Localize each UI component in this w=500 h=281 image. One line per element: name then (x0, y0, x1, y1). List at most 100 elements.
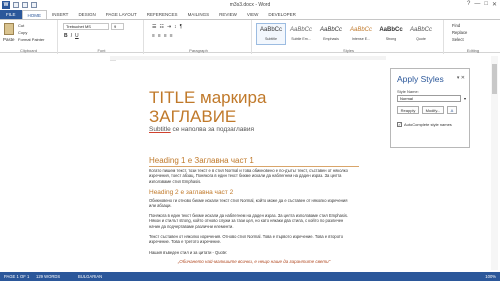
select-button[interactable]: Select (452, 37, 464, 42)
font-size-select[interactable]: 9 (111, 23, 124, 30)
paste-icon[interactable] (4, 23, 14, 35)
vertical-scrollbar[interactable] (491, 56, 498, 270)
style-subtitle[interactable]: AaBbCc Subtitle (256, 23, 286, 45)
style-name: Subtle Em... (291, 37, 311, 41)
pane-controls: ▾ ✕ (457, 75, 465, 81)
italic-button[interactable]: I (71, 33, 72, 39)
tab-design[interactable]: DESIGN (73, 10, 100, 19)
zoom-level[interactable]: 100% (485, 272, 496, 281)
autocomplete-option[interactable]: ✓ AutoComplete style names (397, 122, 452, 127)
copy-button[interactable]: Copy (18, 30, 27, 35)
apply-styles-pane: Apply Styles ▾ ✕ Style Name: Normal ▾ Re… (390, 68, 470, 148)
subtitle-style-name: Subtitle (149, 126, 171, 133)
paragraph-3: Понякога в един текст бихме искали да на… (149, 213, 349, 229)
indent-icon[interactable]: ⇥ (167, 24, 171, 30)
subtitle-text: се наполва за подзаглавия (170, 126, 254, 133)
font-group-label: Font (97, 48, 106, 53)
paragraph-controls: ☰ ☷ ⇥ ↕ ¶ (152, 24, 182, 30)
document-title: TITLE маркира ЗАГЛАВИЕ (149, 88, 267, 126)
align-left-icon[interactable]: ≡ (152, 33, 155, 39)
replace-button[interactable]: Replace (452, 30, 467, 35)
help-button[interactable]: ? (467, 1, 470, 8)
window-title: m3s3.docx - Word (229, 2, 271, 8)
style-emphasis[interactable]: AaBbCc Emphasis (316, 23, 346, 45)
paragraph-5: Нашия въведен стил и за цитати - Quote: (149, 250, 228, 255)
align-right-icon[interactable]: ≡ (164, 33, 167, 39)
paragraph-group-label: Paragraph (189, 48, 208, 53)
reapply-button[interactable]: Reapply (397, 106, 419, 114)
format-painter-button[interactable]: Format Painter (18, 37, 44, 42)
status-bar: PAGE 1 OF 1 129 WORDS BULGARIAN 100% (0, 272, 500, 281)
styles-icon[interactable]: A (447, 106, 457, 114)
pane-close-icon[interactable]: ✕ (461, 75, 465, 81)
tab-view[interactable]: VIEW (242, 10, 264, 19)
style-intense-emphasis[interactable]: AaBbCc Intense E... (346, 23, 376, 45)
style-name: Emphasis (323, 37, 339, 41)
style-preview: AaBbCc (379, 27, 403, 33)
style-name-input[interactable]: Normal ▾ (397, 95, 466, 102)
apply-styles-title: Apply Styles (397, 74, 444, 84)
heading-1: Heading 1 е Заглавна част 1 (149, 156, 359, 167)
font-group: Trebuchet MS 9 B I U Font (60, 20, 144, 54)
styles-gallery: AaBbCc Subtitle AaBbCc Subtle Em... AaBb… (256, 23, 436, 45)
tab-home[interactable]: HOME (21, 10, 48, 19)
scrollbar-thumb[interactable] (492, 64, 497, 94)
paragraph-4: Текст съставен от няколко изречения. Отн… (149, 234, 344, 245)
paragraph-group: ☰ ☷ ⇥ ↕ ¶ ≡ ≡ ≡ ≡ Paragraph (146, 20, 252, 54)
font-name-select[interactable]: Trebuchet MS (63, 23, 109, 30)
numbering-icon[interactable]: ☷ (159, 24, 163, 30)
style-name: Subtitle (265, 37, 277, 41)
heading-2: Heading 2 е заглавна част 2 (149, 189, 234, 196)
style-strong[interactable]: AaBbCc Strong (376, 23, 406, 45)
tab-page-layout[interactable]: PAGE LAYOUT (101, 10, 142, 19)
window-controls: ? — □ ✕ (467, 1, 497, 8)
language[interactable]: BULGARIAN (78, 272, 102, 281)
paste-button[interactable]: Paste (3, 37, 15, 42)
style-name: Intense E... (351, 37, 371, 41)
style-preview: AaBbCc (259, 27, 282, 33)
editing-group: Find Replace Select Editing (446, 20, 500, 54)
clipboard-group-label: Clipboard (19, 48, 38, 53)
modify-button[interactable]: Modify... (422, 106, 444, 114)
style-quote[interactable]: AaBbCc Quote (406, 23, 436, 45)
bold-button[interactable]: B (64, 33, 68, 39)
document-page[interactable]: TITLE маркира ЗАГЛАВИЕ Subtitle се напол… (116, 60, 386, 272)
sort-icon[interactable]: ↕ (174, 24, 177, 30)
close-button[interactable]: ✕ (492, 1, 497, 8)
justify-icon[interactable]: ≡ (170, 33, 173, 39)
style-name-value: Normal (400, 96, 413, 101)
editing-group-label: Editing (466, 48, 480, 53)
tab-mailings[interactable]: MAILINGS (183, 10, 215, 19)
style-name-label: Style Name: (397, 89, 419, 94)
chevron-down-icon[interactable]: ▾ (462, 96, 468, 101)
style-subtle-emphasis[interactable]: AaBbCc Subtle Em... (286, 23, 316, 45)
autocomplete-checkbox[interactable]: ✓ (397, 122, 402, 127)
ribbon-tabs: FILE HOME INSERT DESIGN PAGE LAYOUT REFE… (0, 10, 500, 19)
document-subtitle: Subtitle се наполва за подзаглавия (149, 126, 254, 133)
ribbon: Paste Cut Copy Format Painter Clipboard … (0, 19, 500, 54)
tab-insert[interactable]: INSERT (47, 10, 73, 19)
tab-review[interactable]: REVIEW (214, 10, 242, 19)
pane-dropdown-icon[interactable]: ▾ (457, 75, 460, 81)
word-count[interactable]: 129 WORDS (36, 272, 60, 281)
font-format-row: B I U (64, 33, 79, 39)
page-count[interactable]: PAGE 1 OF 1 (4, 272, 29, 281)
tab-file[interactable]: FILE (0, 10, 22, 19)
align-center-icon[interactable]: ≡ (158, 33, 161, 39)
styles-group: AaBbCc Subtitle AaBbCc Subtle Em... AaBb… (254, 20, 444, 54)
minimize-button[interactable]: — (474, 1, 480, 8)
maximize-button[interactable]: □ (484, 1, 488, 8)
show-marks-icon[interactable]: ¶ (180, 24, 183, 30)
tab-developer[interactable]: DEVELOPER (263, 10, 301, 19)
find-button[interactable]: Find (452, 23, 460, 28)
style-preview: AaBbCc (409, 27, 432, 33)
style-name: Strong (385, 37, 397, 41)
alignment-controls: ≡ ≡ ≡ ≡ (152, 33, 173, 39)
styles-group-label: Styles (343, 48, 354, 53)
cut-button[interactable]: Cut (18, 23, 24, 28)
underline-button[interactable]: U (75, 33, 79, 39)
bullets-icon[interactable]: ☰ (152, 24, 156, 30)
tab-references[interactable]: REFERENCES (142, 10, 183, 19)
quote-paragraph: „Обичането най-малкшите всички, е нещо н… (177, 259, 331, 264)
style-name: Quote (416, 37, 426, 41)
